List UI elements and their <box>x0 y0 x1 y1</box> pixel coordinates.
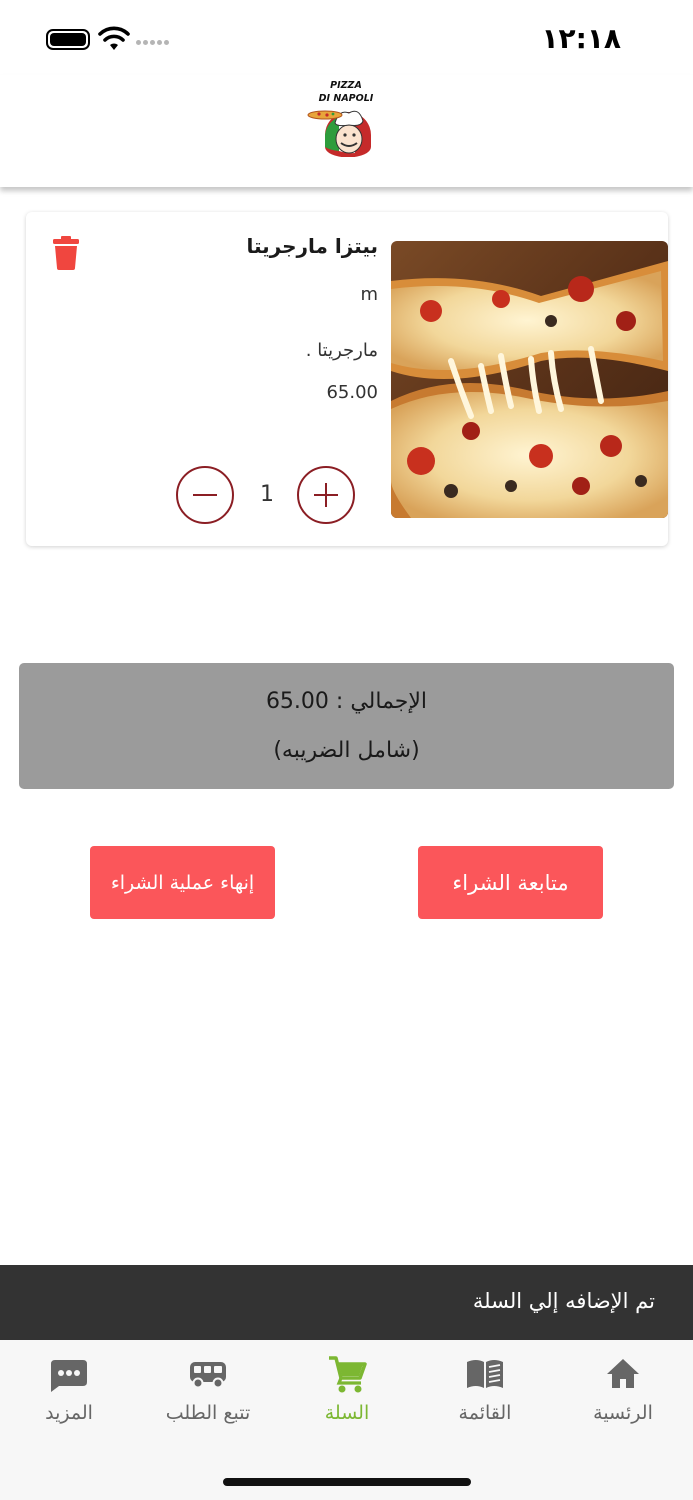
tab-label-track-order: تتبع الطلب <box>165 1402 251 1424</box>
tab-home[interactable]: الرئسية <box>563 1350 683 1440</box>
home-icon <box>607 1359 639 1388</box>
increase-quantity-button[interactable] <box>297 466 355 524</box>
wifi-icon <box>98 26 130 50</box>
continue-shopping-button[interactable]: متابعة الشراء <box>418 846 603 919</box>
app-header: PIZZA DI NAPOLI <box>0 75 693 187</box>
toast-notification: تم الإضافه إلي السلة <box>0 1265 693 1340</box>
toast-message: تم الإضافه إلي السلة <box>472 1289 655 1313</box>
tax-note: (شامل الضريبه) <box>273 738 420 763</box>
cart-icon <box>329 1356 367 1393</box>
tab-label-menu: القائمة <box>458 1402 512 1424</box>
tab-label-home: الرئسية <box>593 1402 653 1424</box>
tab-label-more: المزيد <box>45 1402 93 1424</box>
home-indicator <box>223 1478 471 1486</box>
tab-cart[interactable]: السلة <box>287 1350 407 1440</box>
item-price: 65.00 <box>326 382 378 403</box>
cart-item-card: بيتزا مارجريتا m مارجريتا . 65.00 1 <box>26 212 668 546</box>
signal-icon <box>136 40 169 45</box>
order-total: الإجمالي : 65.00 <box>265 689 428 714</box>
item-name: بيتزا مارجريتا <box>246 234 378 258</box>
tab-label-cart: السلة <box>324 1402 370 1424</box>
chef-icon <box>307 110 371 157</box>
status-time: ١٢:١٨ <box>541 22 621 55</box>
tab-track-order[interactable]: تتبع الطلب <box>148 1350 268 1440</box>
item-size: m <box>360 284 378 305</box>
truck-icon <box>190 1362 226 1389</box>
more-icon <box>51 1360 87 1392</box>
tab-more[interactable]: المزيد <box>9 1350 129 1440</box>
decrease-quantity-button[interactable] <box>176 466 234 524</box>
logo-line-1: PIZZA <box>330 80 362 91</box>
quantity-value: 1 <box>260 482 274 507</box>
book-icon <box>467 1360 503 1388</box>
order-total-box: الإجمالي : 65.00 (شامل الضريبه) <box>19 663 674 789</box>
logo-line-2: DI NAPOLI <box>318 93 374 104</box>
tab-menu[interactable]: القائمة <box>425 1350 545 1440</box>
status-bar: ١٢:١٨ <box>0 0 693 75</box>
battery-icon <box>46 29 90 50</box>
brand-logo: PIZZA DI NAPOLI <box>305 79 387 159</box>
checkout-button[interactable]: إنهاء عملية الشراء <box>90 846 275 919</box>
item-description: مارجريتا . <box>305 340 378 361</box>
pizza-image <box>391 241 668 518</box>
trash-icon[interactable] <box>53 236 79 270</box>
bottom-tab-bar: الرئسية القائمة السلة تتبع الطلب المزيد <box>0 1340 693 1500</box>
